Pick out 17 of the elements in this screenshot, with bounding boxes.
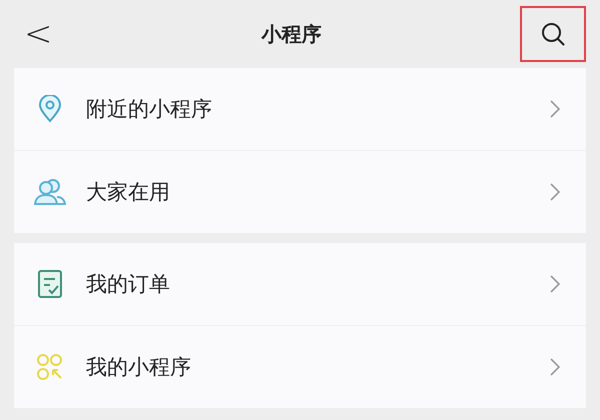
- chevron-icon: [550, 358, 560, 376]
- menu-label: 我的订单: [86, 271, 171, 298]
- search-icon: [540, 21, 566, 47]
- chevron-icon: [550, 100, 560, 118]
- chevron-icon: [550, 275, 560, 293]
- menu-label: 大家在用: [86, 179, 171, 206]
- search-button[interactable]: [520, 6, 586, 62]
- menu-item[interactable]: 大家在用: [14, 150, 586, 233]
- back-button[interactable]: <: [14, 14, 62, 54]
- menu-item[interactable]: 我的订单: [14, 243, 586, 325]
- menu-label: 附近的小程序: [86, 96, 213, 123]
- menu-item[interactable]: 我的小程序: [14, 325, 586, 408]
- menu-label: 我的小程序: [86, 354, 192, 381]
- chevron-icon: [550, 183, 560, 201]
- menu-item[interactable]: 附近的小程序: [14, 68, 586, 150]
- page-title: 小程序: [261, 20, 322, 48]
- people-icon: [34, 178, 66, 206]
